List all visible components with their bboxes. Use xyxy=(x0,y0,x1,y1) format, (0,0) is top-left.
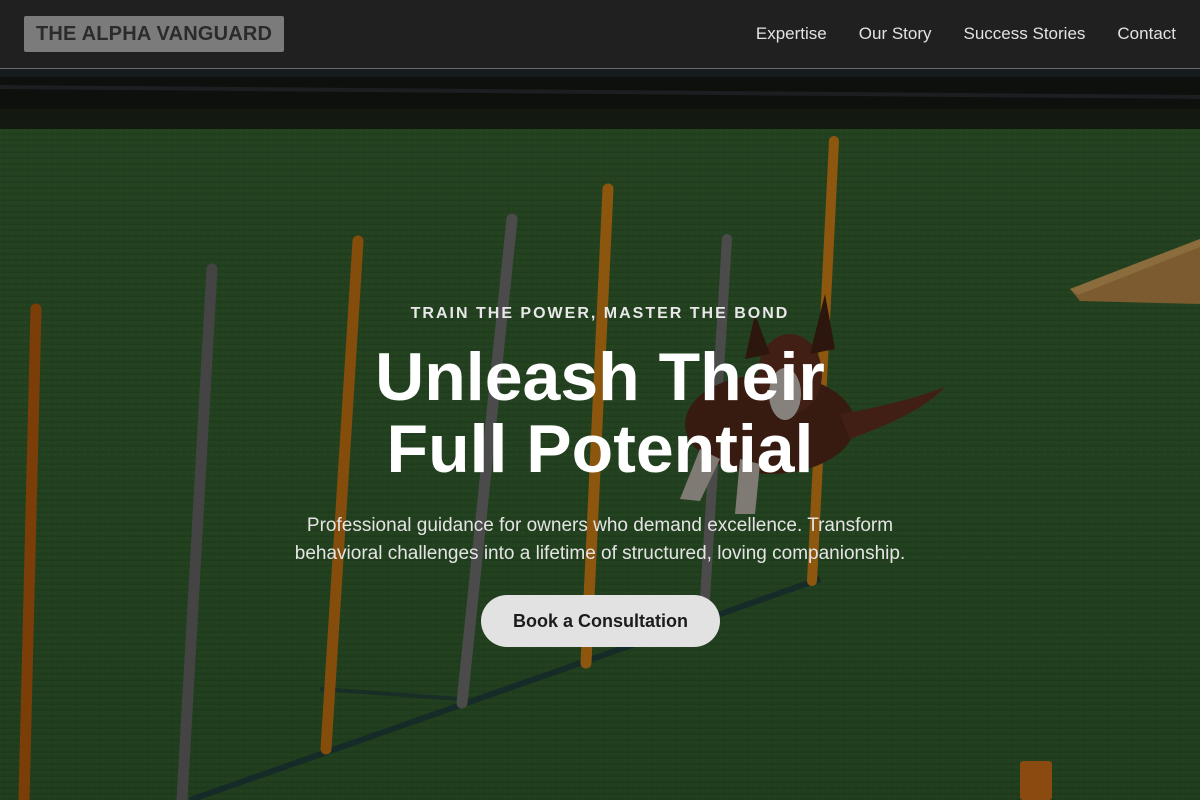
hero-title: Unleash Their Full Potential xyxy=(300,341,900,485)
main-nav: Expertise Our Story Success Stories Cont… xyxy=(756,0,1176,68)
hero-title-line-2: Full Potential xyxy=(386,411,814,487)
site-header: THE ALPHA VANGUARD Expertise Our Story S… xyxy=(0,0,1200,69)
nav-link-our-story[interactable]: Our Story xyxy=(859,24,932,44)
hero-title-line-1: Unleash Their xyxy=(375,339,825,415)
hero-content: TRAIN THE POWER, MASTER THE BOND Unleash… xyxy=(0,69,1200,800)
nav-link-expertise[interactable]: Expertise xyxy=(756,24,827,44)
hero-subtitle: Professional guidance for owners who dem… xyxy=(294,515,906,564)
nav-link-success-stories[interactable]: Success Stories xyxy=(964,24,1086,44)
site-logo[interactable]: THE ALPHA VANGUARD xyxy=(24,16,285,52)
nav-link-contact[interactable]: Contact xyxy=(1117,24,1176,44)
hero-section: TRAIN THE POWER, MASTER THE BOND Unleash… xyxy=(0,69,1200,800)
book-consultation-button[interactable]: Book a Consultation xyxy=(481,595,720,647)
hero-eyebrow: TRAIN THE POWER, MASTER THE BOND xyxy=(410,305,790,322)
